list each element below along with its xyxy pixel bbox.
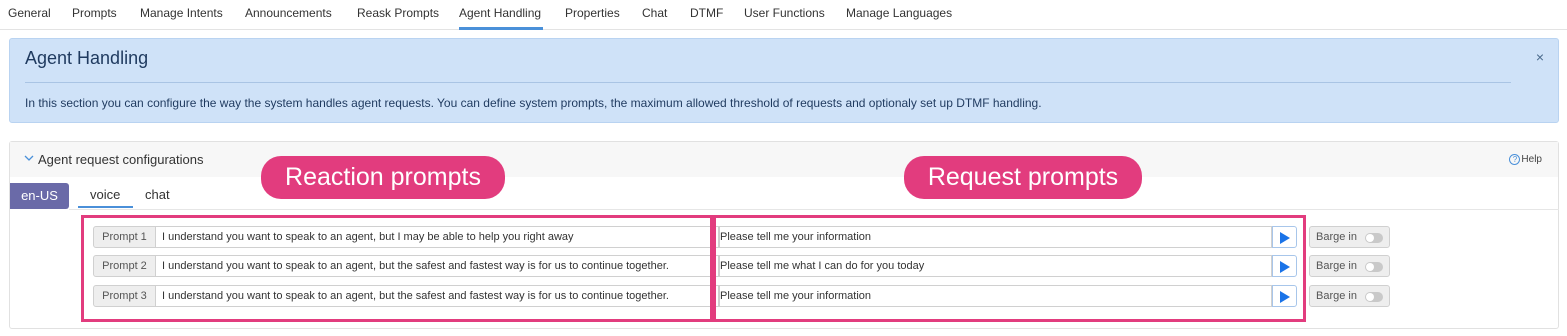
barge-in-toggle[interactable]: Barge in: [1309, 255, 1390, 277]
banner-divider: [25, 82, 1511, 83]
toggle-switch[interactable]: [1365, 292, 1383, 302]
reaction-prompt-input[interactable]: I understand you want to speak to an age…: [156, 255, 719, 277]
language-badge[interactable]: en-US: [10, 183, 69, 209]
prompt-row: Prompt 1 I understand you want to speak …: [10, 226, 1558, 248]
tab-general[interactable]: General: [8, 6, 51, 20]
prompt-label: Prompt 2: [93, 255, 156, 277]
request-prompt-input[interactable]: Please tell me what I can do for you tod…: [719, 255, 1272, 277]
help-button[interactable]: ? Help: [1509, 154, 1542, 165]
barge-in-toggle[interactable]: Barge in: [1309, 226, 1390, 248]
tab-properties[interactable]: Properties: [565, 6, 620, 20]
banner-title: Agent Handling: [25, 48, 149, 68]
toggle-switch[interactable]: [1365, 262, 1383, 272]
prompt-row: Prompt 3 I understand you want to speak …: [10, 285, 1558, 307]
request-prompt-input[interactable]: Please tell me your information: [719, 226, 1272, 248]
info-banner: Agent Handling × In this section you can…: [9, 38, 1559, 123]
prompt-label: Prompt 1: [93, 226, 156, 248]
tab-chat[interactable]: Chat: [642, 6, 667, 20]
tab-dtmf[interactable]: DTMF: [690, 6, 723, 20]
panel-header: Agent request configurations ? Help: [10, 142, 1558, 177]
play-icon: [1280, 232, 1290, 244]
chevron-down-icon: [24, 155, 34, 161]
toggle-switch[interactable]: [1365, 233, 1383, 243]
tab-user-functions[interactable]: User Functions: [744, 6, 825, 20]
active-subtab-indicator: [78, 206, 133, 208]
tab-voice[interactable]: voice: [90, 187, 120, 202]
barge-in-label: Barge in: [1316, 260, 1357, 272]
active-tab-indicator: [459, 27, 543, 30]
prompt-label: Prompt 3: [93, 285, 156, 307]
banner-description: In this section you can configure the wa…: [25, 96, 1042, 110]
reaction-prompt-input[interactable]: I understand you want to speak to an age…: [156, 226, 719, 248]
subtab-divider: [69, 209, 1559, 210]
play-button[interactable]: [1272, 255, 1297, 277]
tab-chat-channel[interactable]: chat: [145, 187, 170, 202]
barge-in-label: Barge in: [1316, 290, 1357, 302]
help-icon: ?: [1509, 154, 1521, 165]
panel-toggle[interactable]: Agent request configurations: [24, 152, 204, 167]
top-tab-bar: General Prompts Manage Intents Announcem…: [0, 0, 1567, 30]
panel-title: Agent request configurations: [38, 152, 204, 167]
play-icon: [1280, 291, 1290, 303]
agent-request-panel: Agent request configurations ? Help en-US…: [9, 141, 1559, 329]
barge-in-label: Barge in: [1316, 231, 1357, 243]
request-prompts-callout: Request prompts: [904, 156, 1142, 199]
tab-manage-languages[interactable]: Manage Languages: [846, 6, 952, 20]
tab-announcements[interactable]: Announcements: [245, 6, 332, 20]
barge-in-toggle[interactable]: Barge in: [1309, 285, 1390, 307]
play-button[interactable]: [1272, 226, 1297, 248]
tab-manage-intents[interactable]: Manage Intents: [140, 6, 223, 20]
help-label: Help: [1521, 154, 1542, 165]
play-icon: [1280, 261, 1290, 273]
reaction-prompts-callout: Reaction prompts: [261, 156, 505, 199]
tab-agent-handling[interactable]: Agent Handling: [459, 6, 541, 20]
play-button[interactable]: [1272, 285, 1297, 307]
request-prompt-input[interactable]: Please tell me your information: [719, 285, 1272, 307]
reaction-prompt-input[interactable]: I understand you want to speak to an age…: [156, 285, 719, 307]
close-icon[interactable]: ×: [1536, 49, 1544, 65]
prompt-row: Prompt 2 I understand you want to speak …: [10, 255, 1558, 277]
tab-reask-prompts[interactable]: Reask Prompts: [357, 6, 439, 20]
tab-prompts[interactable]: Prompts: [72, 6, 117, 20]
